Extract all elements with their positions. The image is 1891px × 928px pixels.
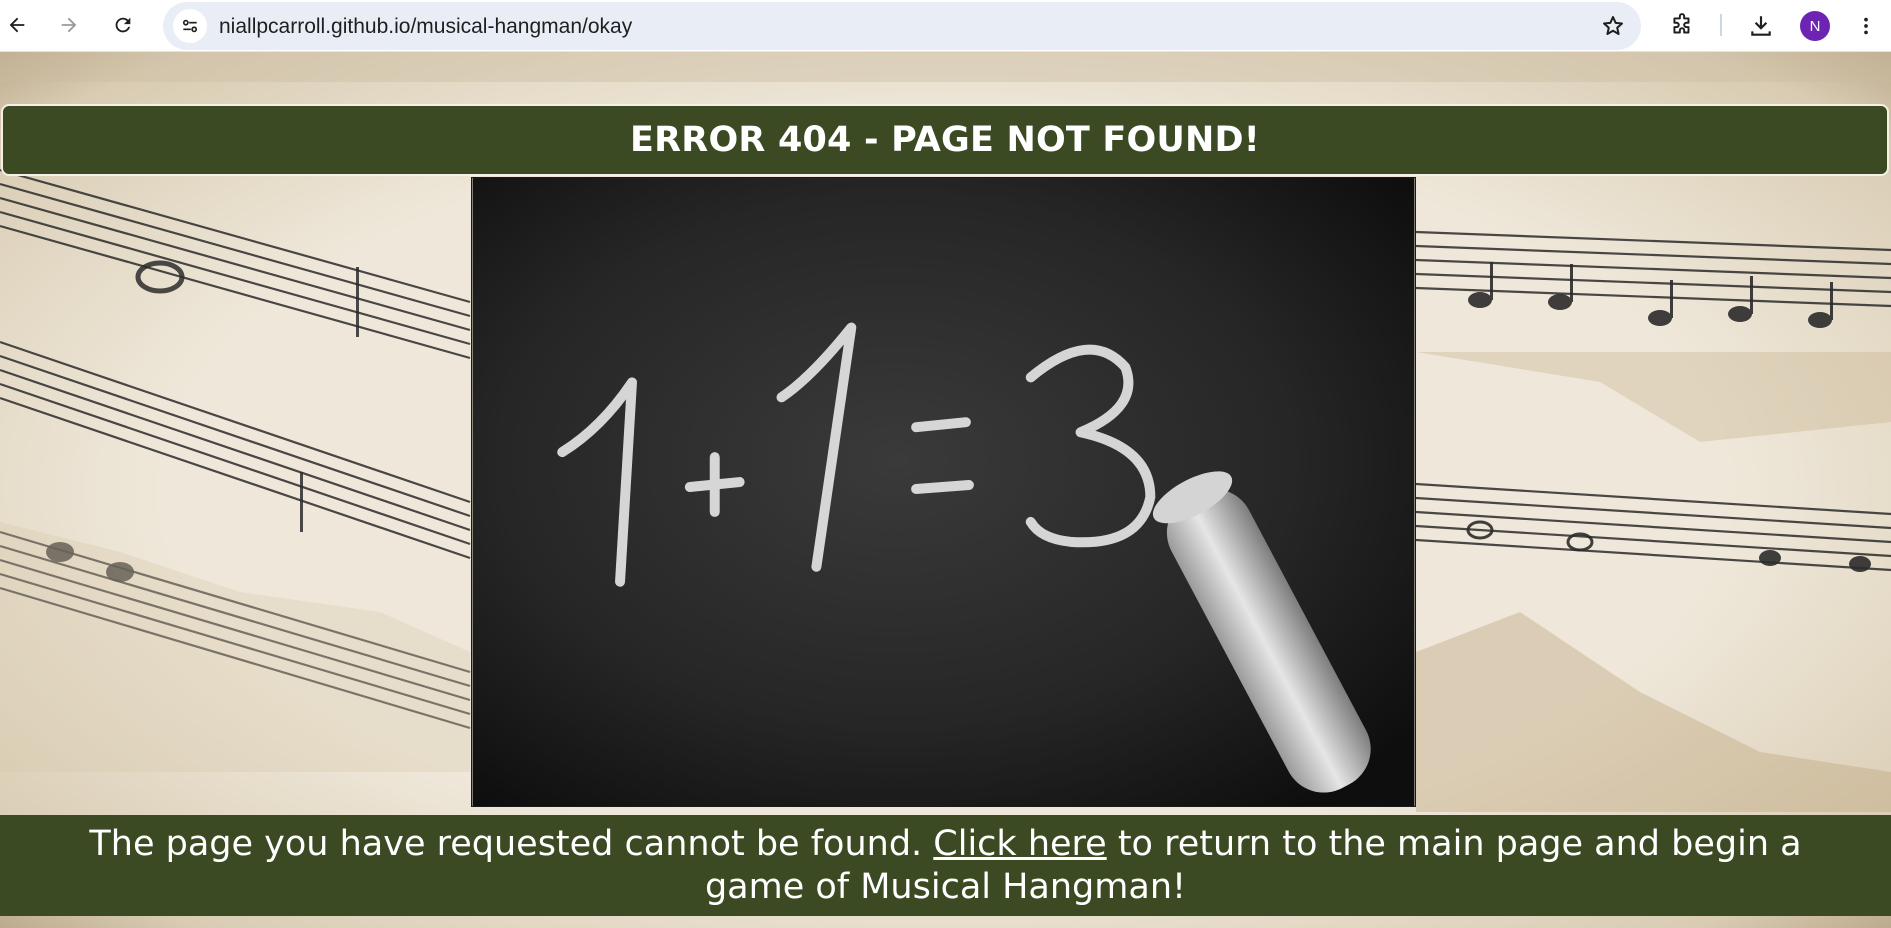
browser-toolbar: niallpcarroll.github.io/musical-hangman/… [0, 0, 1891, 52]
tune-icon [182, 19, 198, 33]
chalkboard-image [471, 177, 1416, 807]
profile-avatar[interactable]: N [1800, 11, 1830, 41]
menu-kebab-icon[interactable] [1848, 8, 1884, 44]
back-button[interactable] [0, 6, 36, 44]
address-bar[interactable]: niallpcarroll.github.io/musical-hangman/… [163, 2, 1641, 50]
avatar-letter: N [1809, 17, 1821, 35]
home-link[interactable]: Click here [933, 824, 1106, 864]
forward-button[interactable] [50, 6, 88, 44]
extensions-puzzle-icon[interactable] [1664, 8, 1700, 44]
toolbar-divider [1720, 14, 1722, 36]
message-banner: The page you have requested cannot be fo… [0, 815, 1891, 916]
chalkboard-picture [472, 178, 1415, 806]
page-viewport: ERROR 404 - PAGE NOT FOUND! The page you… [0, 52, 1891, 928]
site-info-button[interactable] [173, 9, 207, 43]
reload-button[interactable] [104, 6, 142, 44]
bookmark-star-icon[interactable] [1599, 12, 1627, 40]
page-title: ERROR 404 - PAGE NOT FOUND! [630, 120, 1260, 160]
back-arrow-icon [9, 17, 25, 33]
error-message: The page you have requested cannot be fo… [40, 823, 1851, 909]
forward-arrow-icon [61, 17, 77, 33]
download-icon[interactable] [1743, 8, 1779, 44]
url-text[interactable]: niallpcarroll.github.io/musical-hangman/… [219, 15, 632, 39]
error-header: ERROR 404 - PAGE NOT FOUND! [1, 104, 1889, 176]
message-before: The page you have requested cannot be fo… [89, 823, 934, 864]
reload-icon [115, 17, 131, 33]
